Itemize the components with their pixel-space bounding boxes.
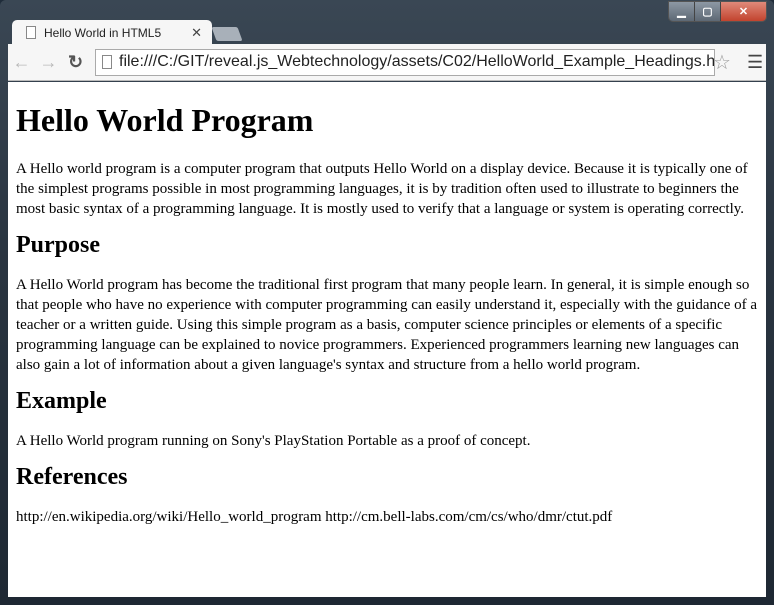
close-window-icon[interactable]: ✕: [721, 2, 766, 21]
url-text[interactable]: file:///C:/GIT/reveal.js_Webtechnology/a…: [119, 53, 714, 71]
tab-active[interactable]: Hello World in HTML5 ✕: [12, 20, 212, 45]
heading-references: References: [16, 464, 128, 490]
window-controls: ▁ ▢ ✕: [668, 1, 767, 22]
reload-icon[interactable]: ↻: [62, 52, 89, 73]
forward-icon[interactable]: →: [35, 52, 62, 73]
tab-title: Hello World in HTML5: [44, 25, 162, 40]
references-paragraph: http://en.wikipedia.org/wiki/Hello_world…: [16, 509, 613, 525]
minimize-icon[interactable]: ▁: [669, 2, 695, 21]
new-tab-button[interactable]: [211, 27, 243, 41]
toolbar: ← → ↻ file:///C:/GIT/reveal.js_Webtechno…: [8, 44, 766, 81]
intro-paragraph: A Hello world program is a computer prog…: [16, 161, 748, 217]
page-icon: [102, 55, 112, 69]
maximize-icon[interactable]: ▢: [695, 2, 721, 21]
page-content: Hello World Program A Hello world progra…: [8, 82, 766, 597]
page-icon: [26, 26, 36, 39]
page-title: Hello World Program: [16, 102, 314, 138]
menu-icon[interactable]: ☰: [747, 52, 763, 73]
address-bar[interactable]: file:///C:/GIT/reveal.js_Webtechnology/a…: [95, 48, 715, 76]
heading-example: Example: [16, 388, 107, 414]
star-icon[interactable]: ☆: [713, 50, 737, 75]
purpose-paragraph: A Hello World program has become the tra…: [16, 277, 757, 373]
example-paragraph: A Hello World program running on Sony's …: [16, 433, 531, 449]
close-icon[interactable]: ✕: [191, 25, 202, 41]
heading-purpose: Purpose: [16, 232, 100, 258]
back-icon[interactable]: ←: [8, 52, 35, 73]
